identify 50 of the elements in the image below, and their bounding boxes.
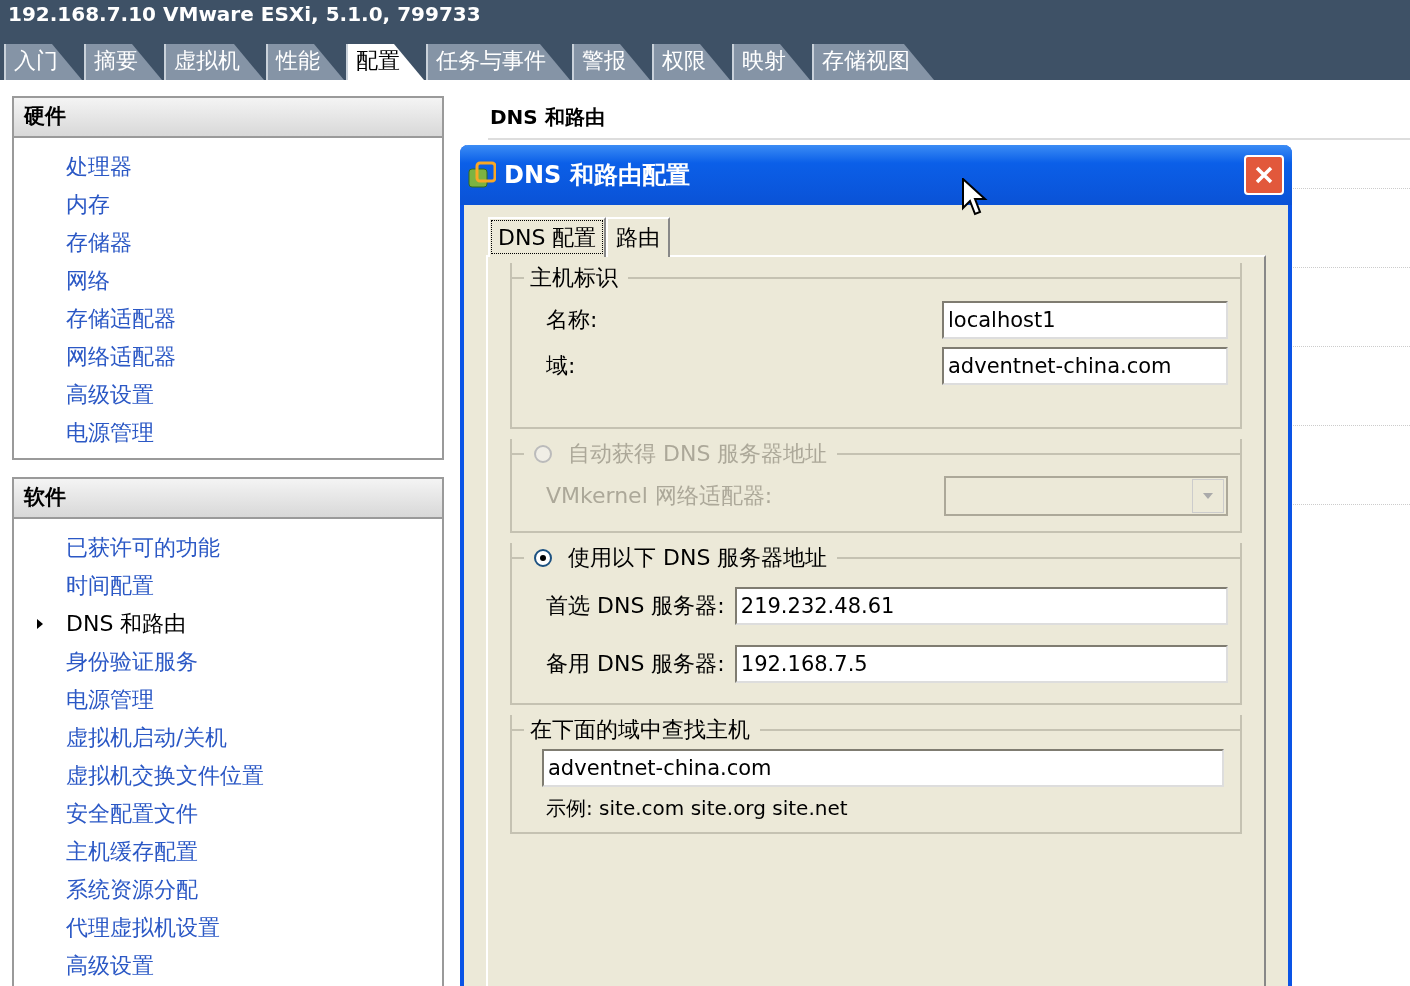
section-heading: DNS 和路由 [488,104,1410,140]
radio-button[interactable] [534,549,552,567]
sidebar-link[interactable]: 高级设置 [66,380,154,410]
dropdown-arrow-icon [1203,493,1213,499]
sidebar-link[interactable]: 处理器 [66,152,132,182]
tab[interactable]: DNS 配置 [488,217,607,257]
sidebar-link[interactable]: 身份验证服务 [66,647,198,677]
mouse-pointer-icon [962,178,988,218]
sidebar-link[interactable]: 高级设置 [66,951,154,981]
sidebar-link[interactable]: 存储器 [66,228,132,258]
sidebar-link[interactable]: DNS 和路由 [66,609,187,639]
text-field[interactable]: 219.232.48.61 [734,587,1228,625]
field-label: 名称: [546,306,598,334]
tab[interactable]: 路由 [606,217,671,257]
app-icon [468,161,496,189]
text-field[interactable]: adventnet-china.com [942,347,1228,385]
close-icon [1253,164,1275,186]
tab[interactable]: 配置 [346,44,424,80]
text-field[interactable]: adventnet-china.com [542,749,1224,787]
sidebar-link[interactable]: 代理虚拟机设置 [66,913,220,943]
sidebar-link[interactable]: 虚拟机启动/关机 [66,723,228,753]
sidebar-link[interactable]: 安全配置文件 [66,799,198,829]
radio-label: 使用以下 DNS 服务器地址 [568,544,829,572]
section-header: 软件 [14,479,442,519]
sidebar-link[interactable]: 电源管理 [66,418,154,448]
sidebar-link[interactable]: 主机缓存配置 [66,837,198,867]
group-title: 在下面的域中查找主机 [530,716,751,744]
sidebar-link[interactable]: 网络 [66,266,110,296]
sidebar-link[interactable]: 电源管理 [66,685,154,715]
close-button[interactable] [1244,155,1284,195]
section-header: 硬件 [14,98,442,138]
sidebar-link[interactable]: 存储适配器 [66,304,176,334]
radio-label: 自动获得 DNS 服务器地址 [568,440,829,468]
sidebar-link[interactable]: 虚拟机交换文件位置 [66,761,264,791]
field-label: 域: [546,352,576,380]
field-label: 备用 DNS 服务器: [546,650,725,678]
sidebar-link[interactable]: 网络适配器 [66,342,176,372]
group-title: 主机标识 [530,264,619,292]
sidebar-link[interactable]: 时间配置 [66,571,154,601]
dropdown-field[interactable] [944,476,1228,516]
field-label: 首选 DNS 服务器: [546,592,725,620]
hint-text: 示例: site.com site.org site.net [546,795,849,822]
text-field[interactable]: localhost1 [942,301,1228,339]
text-field[interactable]: 192.168.7.5 [734,645,1228,683]
dialog-title: DNS 和路由配置 [504,160,691,191]
sidebar-link[interactable]: 系统资源分配 [66,875,198,905]
sidebar-link[interactable]: 已获许可的功能 [66,533,220,563]
window-title: 192.168.7.10 VMware ESXi, 5.1.0, 799733 [7,1,482,28]
field-label: VMkernel 网络适配器: [546,482,773,510]
sidebar-link[interactable]: 内存 [66,190,110,220]
